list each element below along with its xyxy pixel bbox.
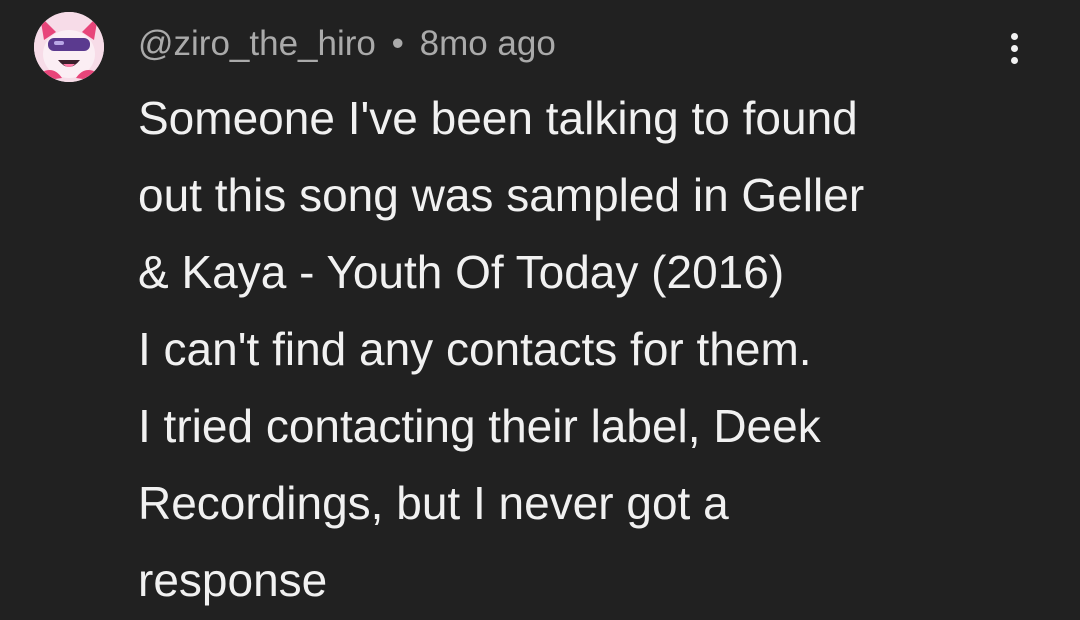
author-name[interactable]: @ziro_the_hiro: [138, 24, 376, 63]
comment-line: I tried contacting their label, Deek: [138, 400, 821, 452]
comment-line: & Kaya - Youth Of Today (2016): [138, 246, 785, 298]
comment-line: response: [138, 554, 328, 606]
comment: @ziro_the_hiro • 8mo ago Someone I've be…: [0, 0, 1080, 620]
comment-line: Someone I've been talking to found: [138, 92, 858, 144]
avatar-icon: [34, 12, 104, 82]
avatar[interactable]: [34, 12, 104, 82]
meta-separator: •: [391, 24, 404, 63]
more-vertical-icon: [1010, 56, 1018, 64]
comment-time[interactable]: 8mo ago: [420, 24, 556, 63]
comment-text: Someone I've been talking to found out t…: [138, 80, 1038, 619]
comment-line: I can't find any contacts for them.: [138, 323, 812, 375]
more-options-button[interactable]: [992, 22, 1036, 74]
more-vertical-icon: [1010, 32, 1018, 40]
comment-header: @ziro_the_hiro • 8mo ago: [138, 22, 556, 66]
more-vertical-icon: [1010, 44, 1018, 52]
comment-line: Recordings, but I never got a: [138, 477, 729, 529]
comment-line: out this song was sampled in Geller: [138, 169, 865, 221]
